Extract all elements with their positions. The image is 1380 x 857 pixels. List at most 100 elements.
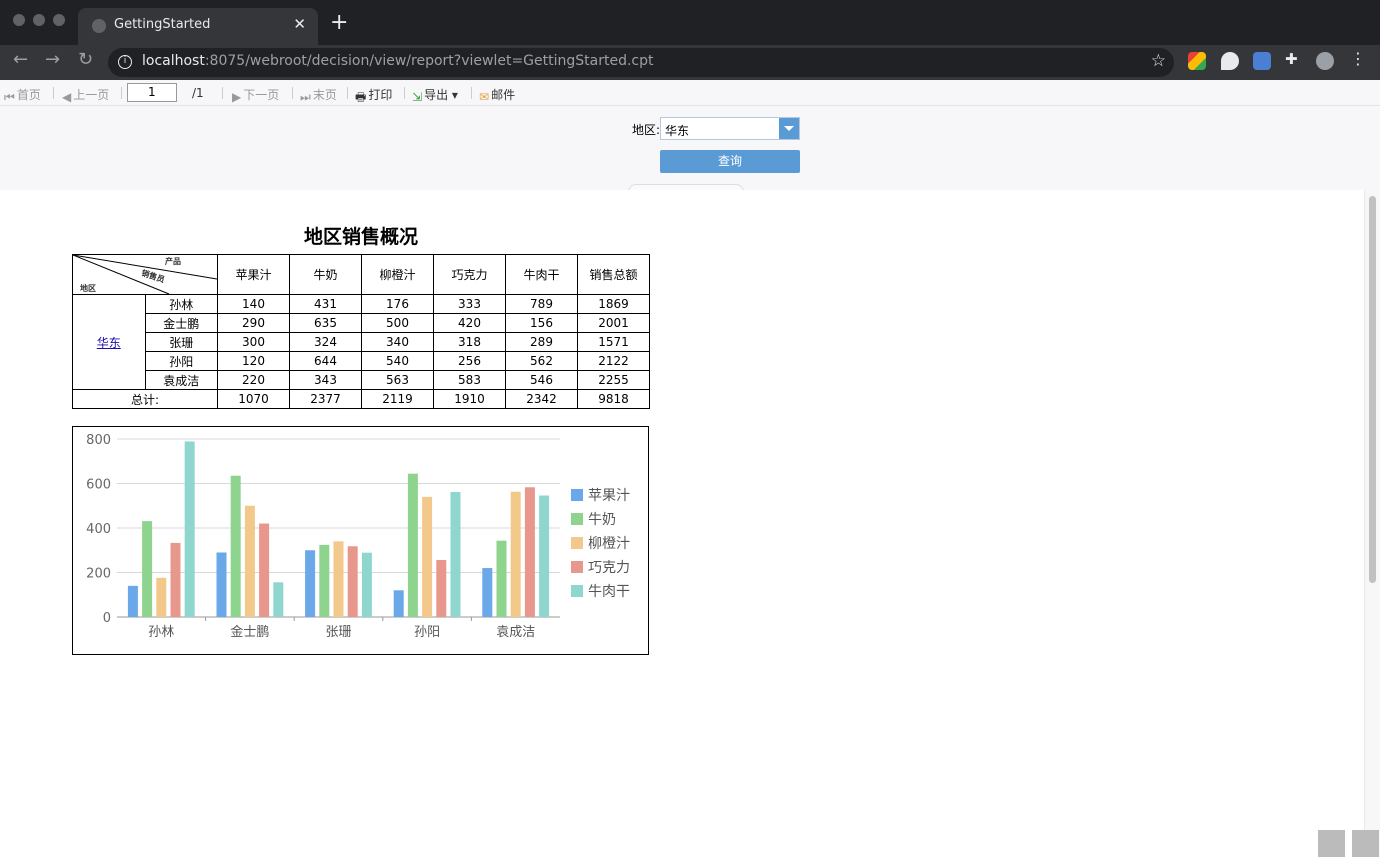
value-cell: 140 (217, 294, 290, 314)
region-select-value: 华东 (665, 124, 690, 138)
reload-icon[interactable]: ↻ (78, 49, 93, 70)
bar (482, 568, 493, 617)
diagonal-header-cell: 产品 销售员 地区 (72, 254, 218, 295)
table-header-row: 产品 销售员 地区 苹果汁 牛奶 柳橙汁 巧克力 牛肉干 销售总额 (72, 254, 650, 295)
bar (156, 577, 167, 617)
value-cell: 2255 (577, 370, 650, 390)
first-page-button[interactable]: ⏮ 首页 (4, 86, 41, 105)
column-header: 销售总额 (577, 254, 650, 295)
salesperson-cell: 孙阳 (144, 351, 218, 371)
bar (361, 552, 372, 617)
first-page-icon: ⏮ (4, 90, 15, 104)
parameter-panel: 地区: 华东 查询 (0, 106, 1380, 192)
zoom-window-button[interactable] (53, 14, 65, 26)
dropdown-arrow-icon[interactable] (779, 118, 799, 139)
bar (305, 550, 316, 617)
value-cell: 156 (505, 313, 578, 333)
table-row: 华东 孙林 140 431 176 333 789 1869 (72, 294, 650, 390)
value-cell: 644 (289, 351, 362, 371)
value-cell: 1571 (577, 332, 650, 352)
value-cell: 1869 (577, 294, 650, 314)
total-cell: 2342 (505, 389, 578, 409)
legend-label: 巧克力 (588, 560, 630, 576)
scrollbar-thumb[interactable] (1369, 196, 1376, 583)
url-text[interactable]: localhost:8075/webroot/decision/view/rep… (142, 53, 654, 69)
salesperson-cell: 孙林 (144, 294, 218, 314)
bar (230, 475, 241, 617)
x-tick-label: 孙林 (148, 625, 174, 640)
minimize-window-button[interactable] (33, 14, 45, 26)
region-select[interactable]: 华东 (660, 117, 800, 140)
column-header: 柳橙汁 (361, 254, 434, 295)
report-toolbar: ⏮ 首页 ◀ 上一页 1 /1 ▶ 下一页 ⏭ 末页 🖶 打印 ⇲ 导出 ▾ ✉ 邮件 (0, 80, 1380, 106)
total-cell: 1910 (433, 389, 506, 409)
browser-tab[interactable]: GettingStarted ✕ (78, 8, 318, 45)
extension-translate-icon[interactable] (1253, 52, 1271, 70)
bookmark-star-icon[interactable]: ☆ (1151, 51, 1166, 71)
y-tick-label: 600 (86, 478, 111, 493)
value-cell: 2122 (577, 351, 650, 371)
back-arrow-icon[interactable]: ← (13, 49, 28, 70)
browser-toolbar: ← → ↻ i localhost:8075/webroot/decision/… (0, 45, 1380, 80)
prev-page-icon: ◀ (62, 90, 72, 104)
address-bar[interactable]: i localhost:8075/webroot/decision/view/r… (108, 48, 1174, 77)
bar (273, 582, 284, 617)
legend-swatch (571, 537, 583, 549)
y-tick-label: 400 (86, 522, 111, 537)
salesperson-cell: 金士鹏 (144, 313, 218, 333)
bar (244, 505, 255, 617)
bar (216, 552, 227, 617)
x-tick-label: 张珊 (325, 625, 351, 640)
divider (121, 87, 122, 99)
browser-tab-strip: GettingStarted ✕ + (0, 0, 1380, 45)
divider (347, 87, 348, 99)
divider (292, 87, 293, 99)
salesperson-cell: 袁成洁 (144, 370, 218, 390)
column-header: 巧克力 (433, 254, 506, 295)
extensions-puzzle-icon[interactable]: ✚ (1285, 50, 1303, 68)
browser-menu-icon[interactable]: ⋮ (1350, 49, 1366, 68)
value-cell: 289 (505, 332, 578, 352)
next-page-button[interactable]: ▶ 下一页 (232, 86, 279, 104)
screenshot-icon[interactable] (1352, 830, 1379, 857)
query-button[interactable]: 查询 (660, 150, 800, 173)
x-tick-label: 金士鹏 (230, 624, 269, 640)
bar (450, 491, 461, 617)
extension-icon[interactable] (1188, 52, 1206, 70)
region-label: 地区: (632, 123, 661, 137)
sales-table: 产品 销售员 地区 苹果汁 牛奶 柳橙汁 巧克力 牛肉干 销售总额 华东 孙林 … (72, 254, 650, 409)
bar (259, 523, 270, 617)
forward-arrow-icon[interactable]: → (45, 49, 60, 70)
bar (319, 544, 330, 617)
value-cell: 340 (361, 332, 434, 352)
extension-diamond-icon[interactable] (1221, 52, 1239, 70)
next-page-icon: ▶ (232, 90, 242, 104)
value-cell: 583 (433, 370, 506, 390)
export-icon: ⇲ (412, 90, 423, 104)
region-link[interactable]: 华东 (97, 336, 121, 350)
vertical-scrollbar[interactable] (1364, 190, 1380, 857)
value-cell: 120 (217, 351, 290, 371)
total-cell: 9818 (577, 389, 650, 409)
header-region-label: 地区 (80, 284, 96, 293)
table-row: 金士鹏 290 635 500 420 156 2001 (73, 313, 650, 333)
bar (496, 540, 507, 617)
profile-avatar-icon[interactable] (1316, 52, 1334, 70)
prev-page-button[interactable]: ◀ 上一页 (62, 86, 109, 104)
value-cell: 290 (217, 313, 290, 333)
mail-button[interactable]: ✉ 邮件 (479, 86, 515, 104)
page-number-input[interactable]: 1 (127, 83, 177, 102)
y-tick-label: 200 (86, 567, 111, 582)
close-window-button[interactable] (13, 14, 25, 26)
last-page-button[interactable]: ⏭ 末页 (300, 86, 337, 105)
value-cell: 540 (361, 351, 434, 371)
value-cell: 343 (289, 370, 362, 390)
pause-icon[interactable] (1318, 830, 1345, 857)
value-cell: 635 (289, 313, 362, 333)
close-tab-icon[interactable]: ✕ (293, 15, 306, 33)
new-tab-button[interactable]: + (330, 10, 348, 35)
info-icon[interactable]: i (118, 55, 132, 69)
export-button[interactable]: ⇲ 导出 ▾ (412, 86, 458, 104)
page-total: /1 (192, 86, 204, 100)
y-tick-label: 0 (103, 611, 111, 626)
